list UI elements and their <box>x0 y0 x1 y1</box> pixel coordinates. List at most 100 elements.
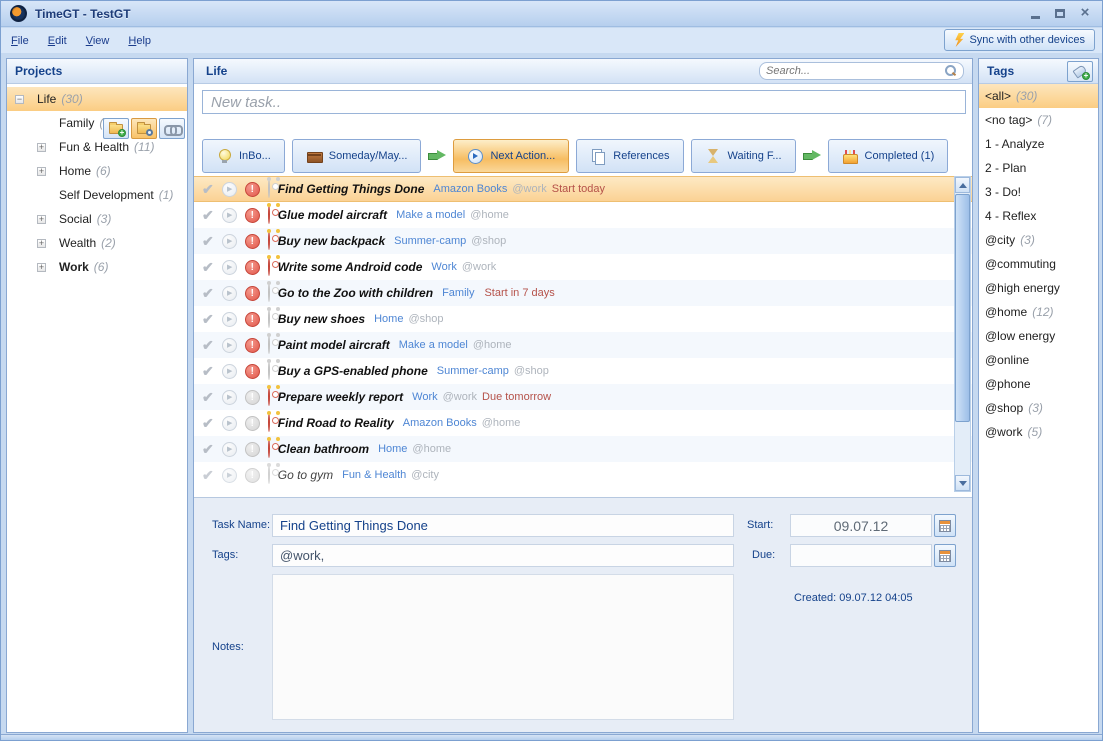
priority-icon[interactable]: ! <box>245 390 260 405</box>
expander-icon[interactable] <box>37 215 46 224</box>
start-play-icon[interactable]: ▶ <box>222 260 237 275</box>
task-project-link[interactable]: Work <box>431 261 456 273</box>
new-task-input[interactable] <box>202 90 966 114</box>
close-button[interactable]: × <box>1076 5 1094 21</box>
task-project-link[interactable]: Family <box>442 287 474 299</box>
expander-icon[interactable] <box>37 239 46 248</box>
start-play-icon[interactable]: ▶ <box>222 390 237 405</box>
priority-icon[interactable]: ! <box>245 364 260 379</box>
task-row-write-some-android-code[interactable]: ✔ ▶ ! Write some Android code Work @work <box>194 254 972 280</box>
maximize-button[interactable] <box>1051 5 1069 21</box>
alarm-clock-icon[interactable] <box>268 284 270 302</box>
task-row-buy-new-shoes[interactable]: ✔ ▶ ! Buy new shoes Home @shop <box>194 306 972 332</box>
task-row-find-getting-things-done[interactable]: ✔ ▶ ! Find Getting Things Done Amazon Bo… <box>194 176 972 202</box>
complete-check-icon[interactable]: ✔ <box>202 467 214 484</box>
task-row-find-road-to-reality[interactable]: ✔ ▶ ! Find Road to Reality Amazon Books … <box>194 410 972 436</box>
sidebar-item-home[interactable]: Home (6) <box>7 159 187 183</box>
complete-check-icon[interactable]: ✔ <box>202 389 214 406</box>
add-tag-button[interactable]: + <box>1067 61 1093 82</box>
tag-item-city[interactable]: @city (3) <box>979 228 1098 252</box>
add-project-button[interactable]: + <box>103 118 129 139</box>
alarm-clock-icon[interactable] <box>268 466 270 484</box>
tag-item-low-energy[interactable]: @low energy <box>979 324 1098 348</box>
start-play-icon[interactable]: ▶ <box>222 416 237 431</box>
complete-check-icon[interactable]: ✔ <box>202 233 214 250</box>
tag-item-2-plan[interactable]: 2 - Plan <box>979 156 1098 180</box>
task-row-buy-new-backpack[interactable]: ✔ ▶ ! Buy new backpack Summer-camp @shop <box>194 228 972 254</box>
tab-next-action[interactable]: Next Action... <box>453 139 569 173</box>
priority-icon[interactable]: ! <box>245 312 260 327</box>
task-project-link[interactable]: Home <box>374 313 403 325</box>
start-play-icon[interactable]: ▶ <box>222 442 237 457</box>
tag-item-3-do[interactable]: 3 - Do! <box>979 180 1098 204</box>
alarm-clock-icon[interactable] <box>268 258 270 276</box>
complete-check-icon[interactable]: ✔ <box>202 311 214 328</box>
tag-item-no-tag[interactable]: <no tag> (7) <box>979 108 1098 132</box>
sidebar-item-work[interactable]: Work (6) <box>7 255 187 279</box>
expander-icon[interactable] <box>15 95 24 104</box>
complete-check-icon[interactable]: ✔ <box>202 415 214 432</box>
complete-check-icon[interactable]: ✔ <box>202 441 214 458</box>
sidebar-item-life[interactable]: Life (30) <box>7 87 187 111</box>
priority-icon[interactable]: ! <box>245 182 260 197</box>
priority-icon[interactable]: ! <box>245 260 260 275</box>
priority-icon[interactable]: ! <box>245 468 260 483</box>
task-row-glue-model-aircraft[interactable]: ✔ ▶ ! Glue model aircraft Make a model @… <box>194 202 972 228</box>
priority-icon[interactable]: ! <box>245 442 260 457</box>
menu-item-view[interactable]: View <box>77 32 119 50</box>
tag-item-online[interactable]: @online <box>979 348 1098 372</box>
menu-item-edit[interactable]: Edit <box>39 32 76 50</box>
tab-completed-1[interactable]: Completed (1) <box>828 139 949 173</box>
tab-references[interactable]: References <box>576 139 683 173</box>
tag-item-shop[interactable]: @shop (3) <box>979 396 1098 420</box>
due-date-field[interactable] <box>790 544 932 567</box>
task-project-link[interactable]: Summer-camp <box>394 235 466 247</box>
task-project-link[interactable]: Home <box>378 443 407 455</box>
alarm-clock-icon[interactable] <box>268 232 270 250</box>
tag-item-commuting[interactable]: @commuting <box>979 252 1098 276</box>
alarm-clock-icon[interactable] <box>268 206 270 224</box>
complete-check-icon[interactable]: ✔ <box>202 285 214 302</box>
notes-field[interactable] <box>272 574 734 720</box>
task-row-go-to-gym[interactable]: ✔ ▶ ! Go to gym Fun & Health @city <box>194 462 972 488</box>
task-name-field[interactable] <box>272 514 734 537</box>
task-project-link[interactable]: Summer-camp <box>437 365 509 377</box>
complete-check-icon[interactable]: ✔ <box>202 363 214 380</box>
task-project-link[interactable]: Fun & Health <box>342 469 406 481</box>
start-calendar-button[interactable] <box>934 514 956 537</box>
expander-icon[interactable] <box>37 143 46 152</box>
task-project-link[interactable]: Amazon Books <box>433 183 507 195</box>
tag-item-all[interactable]: <all> (30) <box>979 84 1098 108</box>
task-project-link[interactable]: Amazon Books <box>403 417 477 429</box>
tag-item-high-energy[interactable]: @high energy <box>979 276 1098 300</box>
complete-check-icon[interactable]: ✔ <box>202 259 214 276</box>
scroll-up-button[interactable] <box>955 177 970 193</box>
priority-icon[interactable]: ! <box>245 286 260 301</box>
priority-icon[interactable]: ! <box>245 208 260 223</box>
sync-button[interactable]: Sync with other devices <box>944 29 1095 51</box>
task-project-link[interactable]: Make a model <box>399 339 468 351</box>
link-button[interactable] <box>159 118 185 139</box>
priority-icon[interactable]: ! <box>245 416 260 431</box>
tab-inbo[interactable]: InBo... <box>202 139 285 173</box>
scroll-down-button[interactable] <box>955 475 970 491</box>
scrollbar-thumb[interactable] <box>955 194 970 422</box>
alarm-clock-icon[interactable] <box>268 180 270 198</box>
complete-check-icon[interactable]: ✔ <box>202 337 214 354</box>
tags-field[interactable] <box>272 544 734 567</box>
tag-item-phone[interactable]: @phone <box>979 372 1098 396</box>
find-project-button[interactable] <box>131 118 157 139</box>
start-date-field[interactable] <box>790 514 932 537</box>
task-row-go-to-the-zoo-with-children[interactable]: ✔ ▶ ! Go to the Zoo with children Family… <box>194 280 972 306</box>
tag-item-4-reflex[interactable]: 4 - Reflex <box>979 204 1098 228</box>
minimize-button[interactable] <box>1026 5 1044 21</box>
task-row-clean-bathroom[interactable]: ✔ ▶ ! Clean bathroom Home @home <box>194 436 972 462</box>
alarm-clock-icon[interactable] <box>268 310 270 328</box>
tag-item-work[interactable]: @work (5) <box>979 420 1098 444</box>
tab-someday-may[interactable]: Someday/May... <box>292 139 422 173</box>
task-row-buy-a-gps-enabled-phone[interactable]: ✔ ▶ ! Buy a GPS-enabled phone Summer-cam… <box>194 358 972 384</box>
search-input[interactable] <box>760 65 943 77</box>
start-play-icon[interactable]: ▶ <box>222 182 237 197</box>
alarm-clock-icon[interactable] <box>268 336 270 354</box>
start-play-icon[interactable]: ▶ <box>222 338 237 353</box>
